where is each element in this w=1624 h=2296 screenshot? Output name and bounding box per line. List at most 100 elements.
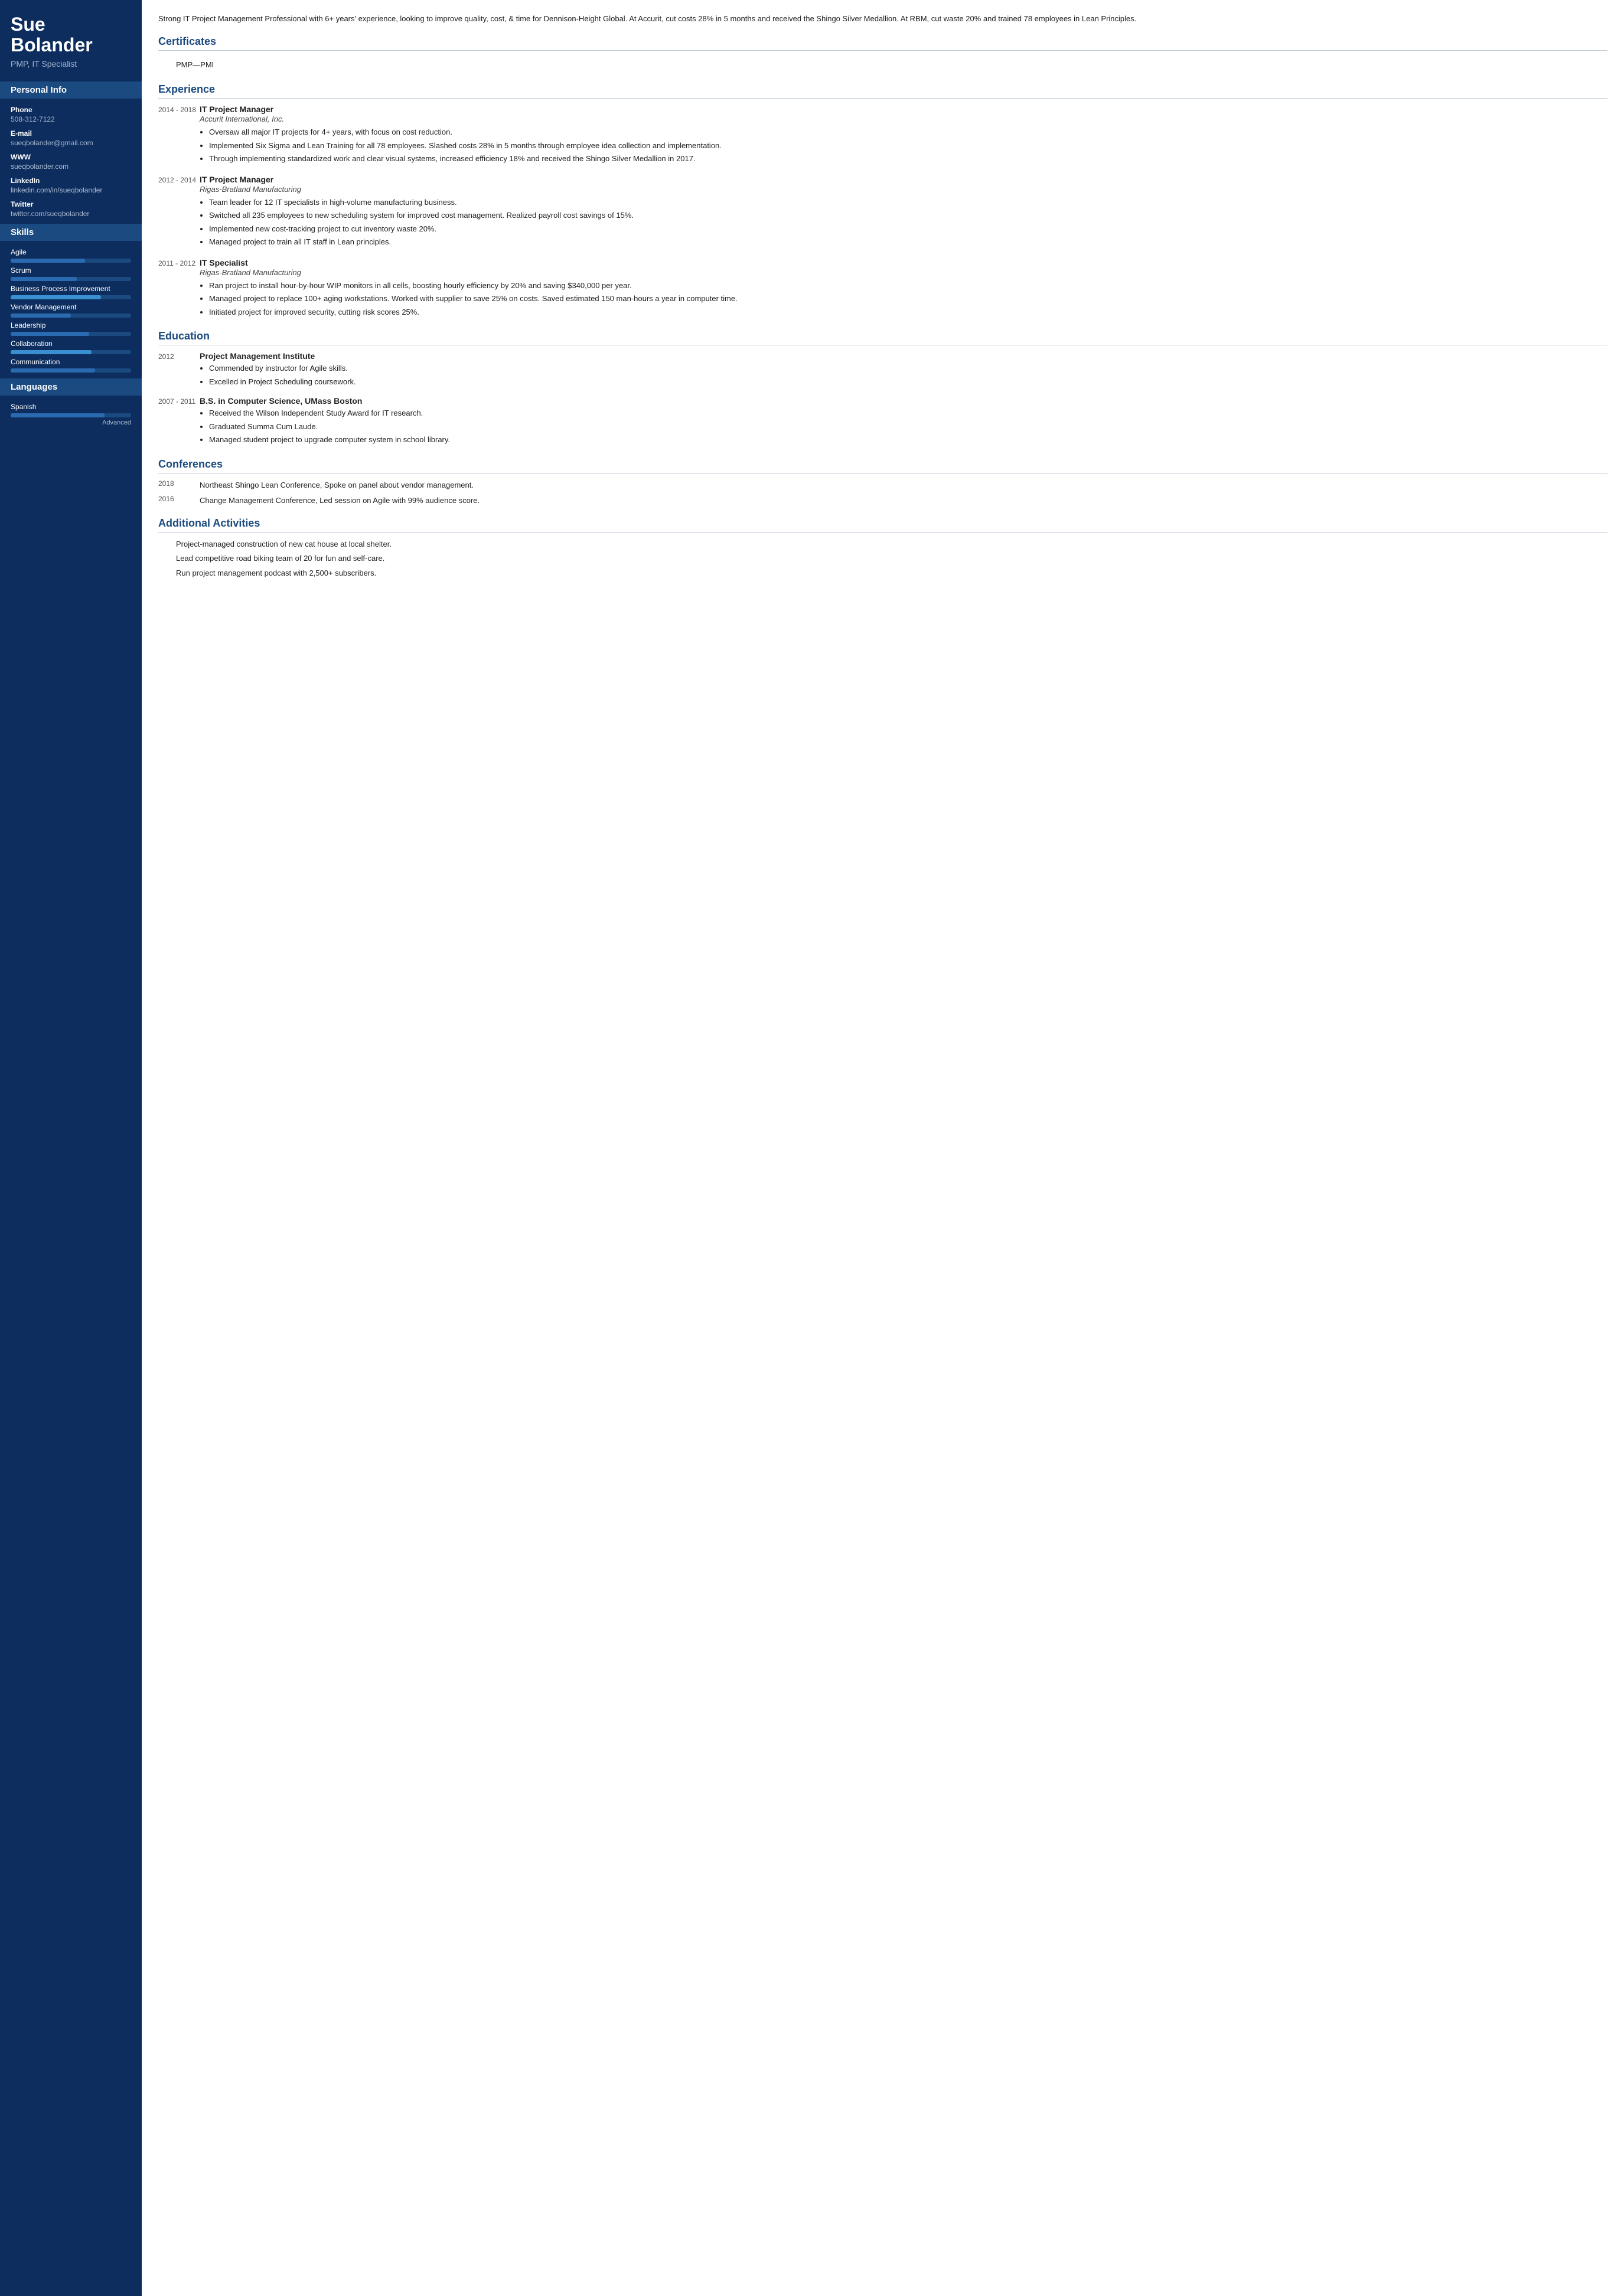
conference-date: 2018 (158, 479, 200, 491)
education-list: 2012Project Management InstituteCommende… (158, 351, 1607, 448)
education-bullet: Excelled in Project Scheduling coursewor… (209, 376, 1607, 388)
education-bullet: Graduated Summa Cum Laude. (209, 421, 1607, 433)
www-value: sueqbolander.com (11, 162, 131, 171)
education-bullet: Managed student project to upgrade compu… (209, 434, 1607, 446)
skill-bar-bg (11, 295, 131, 299)
education-bullets: Commended by instructor for Agile skills… (200, 362, 1607, 387)
education-title: Project Management Institute (200, 351, 1607, 361)
twitter-value: twitter.com/sueqbolander (11, 210, 131, 218)
skill-bar-bg (11, 313, 131, 318)
education-section-title: Education (158, 330, 1607, 342)
skill-bar-fill (11, 295, 101, 299)
experience-job-title: IT Specialist (200, 258, 1607, 267)
activities-divider (158, 532, 1607, 533)
skill-name: Agile (11, 248, 131, 256)
experience-content: IT SpecialistRigas-Bratland Manufacturin… (200, 258, 1607, 320)
summary-text: Strong IT Project Management Professiona… (158, 13, 1607, 25)
skill-name: Communication (11, 358, 131, 366)
education-content: Project Management InstituteCommended by… (200, 351, 1607, 389)
language-bar-bg (11, 413, 131, 417)
experience-bullet: Ran project to install hour-by-hour WIP … (209, 280, 1607, 292)
conferences-section-title: Conferences (158, 458, 1607, 471)
experience-entry: 2012 - 2014IT Project ManagerRigas-Bratl… (158, 175, 1607, 250)
twitter-label: Twitter (11, 200, 131, 208)
skill-bar-fill (11, 313, 71, 318)
experience-bullet: Managed project to train all IT staff in… (209, 236, 1607, 248)
experience-job-title: IT Project Manager (200, 175, 1607, 184)
experience-bullets: Oversaw all major IT projects for 4+ yea… (200, 126, 1607, 165)
conferences-list: 2018Northeast Shingo Lean Conference, Sp… (158, 479, 1607, 507)
experience-bullet: Oversaw all major IT projects for 4+ yea… (209, 126, 1607, 138)
skill-name: Vendor Management (11, 303, 131, 311)
email-label: E-mail (11, 129, 131, 138)
email-value: sueqbolander@gmail.com (11, 139, 131, 147)
experience-bullet: Implemented new cost-tracking project to… (209, 223, 1607, 235)
skill-bar-bg (11, 332, 131, 336)
skill-bar-fill (11, 259, 85, 263)
experience-divider (158, 98, 1607, 99)
certificates-list: PMP—PMI (158, 57, 1607, 73)
personal-info-section-title: Personal Info (0, 81, 142, 99)
experience-date: 2014 - 2018 (158, 104, 200, 166)
skill-bar-fill (11, 332, 89, 336)
experience-bullet: Initiated project for improved security,… (209, 306, 1607, 318)
experience-bullet: Through implementing standardized work a… (209, 153, 1607, 165)
experience-date: 2012 - 2014 (158, 175, 200, 250)
activity-item: Lead competitive road biking team of 20 … (158, 553, 1607, 564)
skill-name: Leadership (11, 321, 131, 329)
certificate-entry: PMP—PMI (158, 57, 1607, 73)
phone-label: Phone (11, 106, 131, 114)
experience-bullet: Switched all 235 employees to new schedu… (209, 210, 1607, 221)
experience-date: 2011 - 2012 (158, 258, 200, 320)
skill-bar-fill (11, 277, 77, 281)
experience-company: Accurit International, Inc. (200, 115, 1607, 123)
linkedin-label: LinkedIn (11, 177, 131, 185)
linkedin-value: linkedin.com/in/sueqbolander (11, 186, 131, 194)
experience-bullet: Implemented Six Sigma and Lean Training … (209, 140, 1607, 152)
education-title: B.S. in Computer Science, UMass Boston (200, 396, 1607, 406)
skill-name: Scrum (11, 266, 131, 275)
experience-bullet: Team leader for 12 IT specialists in hig… (209, 197, 1607, 208)
certificates-divider (158, 50, 1607, 51)
experience-entry: 2011 - 2012IT SpecialistRigas-Bratland M… (158, 258, 1607, 320)
education-content: B.S. in Computer Science, UMass BostonRe… (200, 396, 1607, 448)
education-bullet: Received the Wilson Independent Study Aw… (209, 407, 1607, 419)
conference-text: Change Management Conference, Led sessio… (200, 495, 1607, 507)
candidate-title: PMP, IT Specialist (11, 59, 131, 68)
experience-section-title: Experience (158, 83, 1607, 96)
experience-job-title: IT Project Manager (200, 104, 1607, 114)
languages-section-title: Languages (0, 378, 142, 396)
conference-entry: 2016Change Management Conference, Led se… (158, 495, 1607, 507)
skills-section-title: Skills (0, 224, 142, 241)
conference-date: 2016 (158, 495, 200, 507)
education-entry: 2012Project Management InstituteCommende… (158, 351, 1607, 389)
skill-name: Collaboration (11, 339, 131, 348)
experience-company: Rigas-Bratland Manufacturing (200, 185, 1607, 194)
skill-bar-bg (11, 368, 131, 373)
skill-bar-bg (11, 350, 131, 354)
phone-value: 508-312-7122 (11, 115, 131, 123)
education-date: 2012 (158, 351, 200, 389)
education-entry: 2007 - 2011B.S. in Computer Science, UMa… (158, 396, 1607, 448)
sidebar: Sue Bolander PMP, IT Specialist Personal… (0, 0, 142, 2296)
candidate-name: Sue Bolander (11, 14, 131, 55)
experience-bullet: Managed project to replace 100+ aging wo… (209, 293, 1607, 305)
education-bullet: Commended by instructor for Agile skills… (209, 362, 1607, 374)
conference-entry: 2018Northeast Shingo Lean Conference, Sp… (158, 479, 1607, 491)
skill-bar-fill (11, 368, 95, 373)
main-content: Strong IT Project Management Professiona… (142, 0, 1624, 2296)
experience-list: 2014 - 2018IT Project ManagerAccurit Int… (158, 104, 1607, 319)
education-date: 2007 - 2011 (158, 396, 200, 448)
skill-bar-bg (11, 259, 131, 263)
experience-content: IT Project ManagerAccurit International,… (200, 104, 1607, 166)
activity-item: Run project management podcast with 2,50… (158, 567, 1607, 579)
activity-item: Project-managed construction of new cat … (158, 538, 1607, 550)
language-bar-fill (11, 413, 105, 417)
experience-content: IT Project ManagerRigas-Bratland Manufac… (200, 175, 1607, 250)
skills-list: AgileScrumBusiness Process ImprovementVe… (11, 248, 131, 373)
skill-bar-bg (11, 277, 131, 281)
languages-list: SpanishAdvanced (11, 403, 131, 426)
language-level: Advanced (11, 419, 131, 426)
www-label: WWW (11, 153, 131, 161)
conference-text: Northeast Shingo Lean Conference, Spoke … (200, 479, 1607, 491)
